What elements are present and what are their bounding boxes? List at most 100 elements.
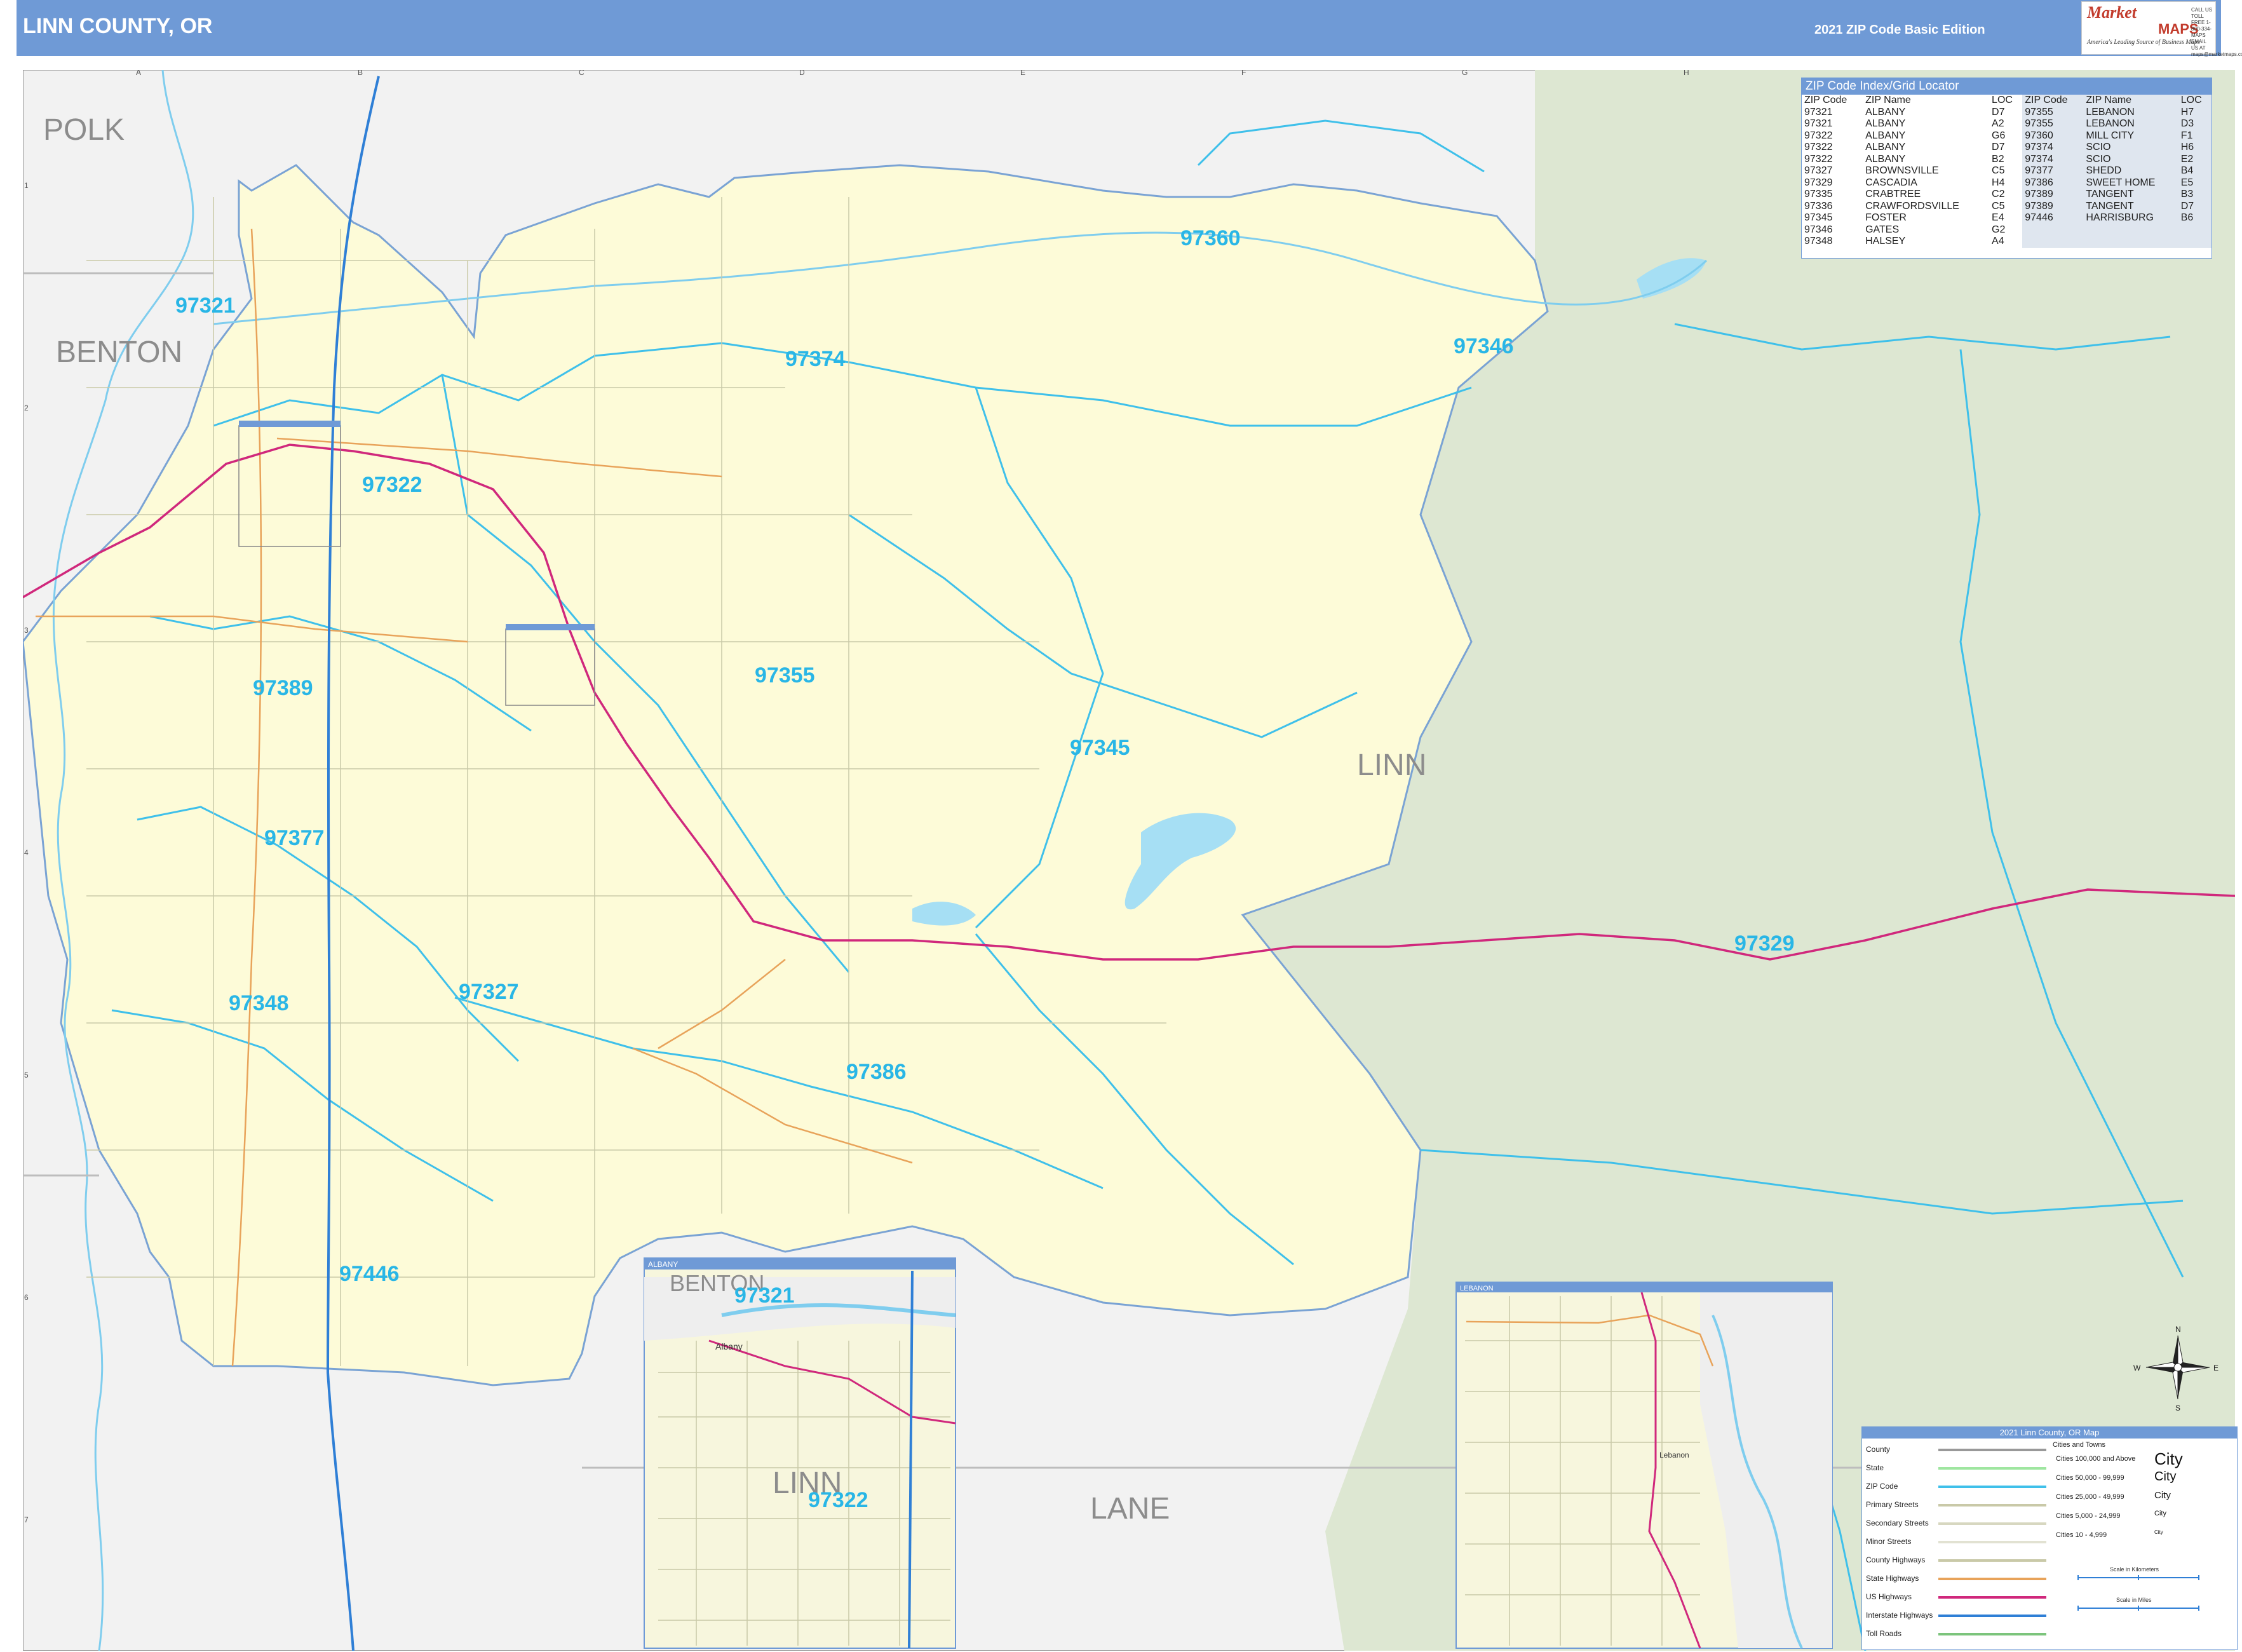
header-zip-2: ZIP Code <box>2022 95 2084 107</box>
header-name: ZIP Name <box>1865 95 1911 105</box>
legend-cities-title: Cities and Towns <box>2053 1441 2105 1449</box>
zip-index-cell: 97360 <box>2022 130 2084 142</box>
region-label-polk: POLK <box>43 113 125 147</box>
lebanon-inset[interactable]: LEBANON Lebanon <box>1455 1282 1833 1649</box>
zip-index-cell: 97336 <box>1804 200 1833 212</box>
albany-inset-city-label: Albany <box>715 1341 743 1351</box>
zip-label: 97389 <box>253 676 313 700</box>
legend-swatch <box>1938 1559 2046 1562</box>
zip-index-cell: 97345 <box>1804 212 1833 223</box>
grid-row: 4 <box>24 848 29 857</box>
zip-index-cell: HARRISBURG <box>2083 212 2178 224</box>
zip-label: 97374 <box>785 347 846 371</box>
zip-label: 97355 <box>755 663 815 687</box>
zip-index-grid: ZIP Code ZIP Name LOC ZIP Code ZIP Name … <box>1802 95 2212 248</box>
zip-index-cell: MILL CITY <box>2083 130 2178 142</box>
map-header: LINN COUNTY, OR 2021 ZIP Code Basic Edit… <box>17 0 2242 57</box>
grid-col: G <box>1462 70 1468 77</box>
zip-index-rows: 97321 ALBANY D7 97355 LEBANON H7 97321 ALBANY A2… <box>1802 106 2212 248</box>
lebanon-inset-title: LEBANON <box>1460 1285 1494 1292</box>
compass-w: W <box>2133 1364 2141 1372</box>
zip-label: 97322 <box>362 473 422 497</box>
zip-index-cell: H4 <box>1992 177 2005 188</box>
legend-city-sample: City <box>2154 1529 2163 1536</box>
zip-index-cell: 97348 <box>1804 236 1833 247</box>
scale-km-label: Scale in Kilometers <box>2110 1566 2159 1573</box>
map-legend: 2021 Linn County, OR Map Cities and Town… <box>1861 1426 2238 1650</box>
legend-city-class: Cities 5,000 - 24,999 <box>2056 1512 2121 1520</box>
header-zip: ZIP Code <box>1804 95 1847 105</box>
zip-index-cell: TANGENT <box>2083 189 2178 201</box>
header-loc-2: LOC <box>2178 95 2212 107</box>
legend-title: 2021 Linn County, OR Map <box>1862 1427 2237 1439</box>
zip-index-row: 97348 HALSEY A4 <box>1802 236 2212 248</box>
zip-index-cell: 97389 <box>2022 200 2084 212</box>
zip-index-cell: D7 <box>1992 142 2005 152</box>
zip-index-row: 97322 ALBANY B2 97374 SCIO E2 <box>1802 153 2212 165</box>
grid-row: 1 <box>24 181 29 190</box>
zip-index-cell: D7 <box>2178 200 2212 212</box>
legend-item-label: County <box>1866 1445 1891 1454</box>
zip-label: 97321 <box>175 294 236 318</box>
zip-index-cell <box>2022 236 2084 248</box>
grid-col: A <box>136 70 141 77</box>
zip-index-cell: SCIO <box>2083 142 2178 154</box>
grid-row: 2 <box>24 403 29 412</box>
zip-label: 97329 <box>1734 931 1795 956</box>
zip-index-cell: GATES <box>1865 224 1900 235</box>
grid-col: B <box>358 70 363 77</box>
grid-row: 6 <box>24 1293 29 1302</box>
zip-index-cell: H6 <box>2178 142 2212 154</box>
zip-index-cell: HALSEY <box>1865 236 1906 247</box>
zip-index-header-row: ZIP Code ZIP Name LOC ZIP Code ZIP Name … <box>1802 95 2212 107</box>
legend-item-label: Minor Streets <box>1866 1537 1912 1546</box>
zip-index-cell: 97327 <box>1804 165 1833 176</box>
zip-label: 97377 <box>264 826 325 850</box>
lebanon-inset-city-label: Lebanon <box>1659 1451 1689 1459</box>
county-map[interactable]: POLK BENTON LINN LANE 97321 97322 97360 … <box>23 70 2235 1651</box>
zip-index-cell: 97321 <box>1804 118 1833 129</box>
zip-index-cell: F1 <box>2178 130 2212 142</box>
zip-index-cell: E2 <box>2178 153 2212 165</box>
legend-swatch <box>1938 1596 2046 1599</box>
zip-index-cell: C2 <box>1992 189 2005 200</box>
compass-n: N <box>2175 1325 2181 1334</box>
legend-swatch <box>1938 1467 2046 1470</box>
region-label-linn: LINN <box>1357 748 1426 782</box>
zip-index-row: 97329 CASCADIA H4 97386 SWEET HOME E5 <box>1802 177 2212 189</box>
zip-label: 97360 <box>1180 226 1241 250</box>
grid-col: F <box>1241 70 1246 77</box>
zip-index-cell: CASCADIA <box>1865 177 1917 188</box>
zip-index-cell: D3 <box>2178 118 2212 130</box>
logo-contact: CALL US TOLL FREE 1-800-334-MAPS EMAIL U… <box>2191 7 2242 57</box>
zip-index-cell: B4 <box>2178 165 2212 177</box>
legend-item-label: State <box>1866 1463 1884 1472</box>
zip-index-cell: ALBANY <box>1865 142 1906 152</box>
zip-index-cell: B6 <box>2178 212 2212 224</box>
zip-index-cell: 97446 <box>2022 212 2084 224</box>
map-title: LINN COUNTY, OR <box>23 14 213 38</box>
legend-swatch <box>1938 1486 2046 1488</box>
zip-index-cell: 97322 <box>1804 130 1833 141</box>
grid-col: E <box>1020 70 1025 77</box>
lebanon-inset-header <box>1456 1282 1832 1292</box>
zip-index-cell: B3 <box>2178 189 2212 201</box>
zip-index-cell: H7 <box>2178 106 2212 118</box>
legend-swatch <box>1938 1615 2046 1617</box>
header-loc: LOC <box>1992 95 2013 105</box>
compass-e: E <box>2213 1364 2218 1372</box>
zip-index-row: 97322 ALBANY G6 97360 MILL CITY F1 <box>1802 130 2212 142</box>
zip-index-cell <box>2083 236 2178 248</box>
zip-index-cell: 97329 <box>1804 177 1833 188</box>
grid-col: D <box>799 70 805 77</box>
legend-swatch <box>1938 1504 2046 1506</box>
albany-inset[interactable]: ALBANY BENTON 97321 LINN 97322 Albany <box>644 1257 956 1649</box>
zip-index-cell: A2 <box>1992 118 2004 129</box>
zip-index-row: 97336 CRAWFORDSVILLE C5 97389 TANGENT D7 <box>1802 200 2212 212</box>
legend-item-label: Interstate Highways <box>1866 1611 1933 1620</box>
zip-label: 97446 <box>339 1262 400 1286</box>
albany-inset-zip-97322: 97322 <box>808 1488 868 1512</box>
zip-index-cell: 97322 <box>1804 142 1833 152</box>
zip-index-cell: SWEET HOME <box>2083 177 2178 189</box>
legend-swatch <box>1938 1578 2046 1580</box>
